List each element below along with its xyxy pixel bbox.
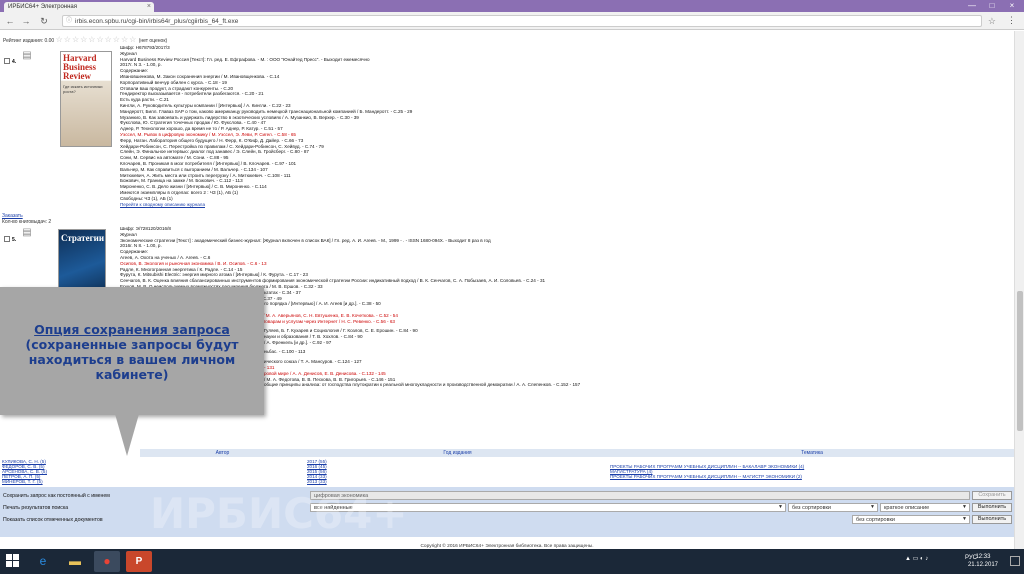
show-marked-label: Показать список отмеченных документов — [3, 517, 103, 523]
record-line: Мандеротт, Билл. Главаз SAP о том, каков… — [120, 108, 413, 114]
system-clock[interactable]: 12:33 21.12.2017 — [968, 553, 998, 569]
menu-icon[interactable]: ⋮ — [1007, 15, 1016, 26]
chevron-down-icon: ▼ — [870, 504, 875, 510]
chevron-down-icon: ▼ — [962, 516, 967, 522]
print-sort-value: без сортировки — [792, 505, 831, 511]
rating-label: Рейтинг издания: 0.00 — [3, 38, 55, 44]
browser-toolbar: ← → ↻ ⓘ irbis.econ.spbu.ru/cgi-bin/irbis… — [0, 12, 1024, 30]
record-line: общие принципы анализа: от господства пл… — [264, 382, 581, 388]
callout-text: Опция сохранения запроса (сохраненные за… — [18, 322, 246, 382]
cover-title: Стратегии — [61, 233, 105, 243]
record-number: 4. — [12, 59, 17, 65]
page-info-icon[interactable]: ⓘ — [66, 17, 72, 26]
chrome-icon[interactable]: ● — [94, 551, 120, 572]
record-checkbox[interactable] — [4, 236, 10, 242]
internet-explorer-icon[interactable]: e — [30, 551, 56, 572]
print-results-label: Печать результатов поиска — [3, 505, 69, 511]
rating-stars[interactable]: ☆☆☆☆☆☆☆☆☆☆ — [56, 35, 138, 44]
browser-titlebar: ИРБИС64+ Электронная × — □ × — [0, 0, 1024, 12]
chevron-down-icon: ▼ — [962, 504, 967, 510]
clock-date: 21.12.2017 — [967, 562, 998, 568]
print-sort-select[interactable]: без сортировки ▼ — [788, 503, 878, 512]
page-scrollbar[interactable] — [1014, 31, 1024, 549]
copies-count: Кол-во книговыдач: 2 — [2, 219, 52, 225]
cover-title: Harvard Business Review — [63, 53, 97, 81]
file-explorer-icon[interactable]: ▬ — [62, 551, 88, 572]
start-button[interactable] — [6, 554, 20, 568]
cover-subtitle: Где искать источники роста? — [63, 84, 103, 94]
record-checkbox[interactable] — [4, 58, 10, 64]
journal-icon: ▤ — [22, 50, 32, 61]
callout-body: (сохраненные запросы будут находиться в … — [25, 337, 239, 382]
record-number: 5. — [12, 237, 17, 243]
scrollbar-thumb[interactable] — [1017, 291, 1023, 431]
tray-icons[interactable]: ▲ ▭ ◐ ♪ — [905, 555, 928, 562]
facet-year-link[interactable]: 2013 (33) — [307, 479, 327, 484]
minimize-button[interactable]: — — [962, 0, 982, 12]
record-description-continued: Гуляев, Б. Г. Кухарев и Социология / Г. … — [264, 328, 580, 388]
query-name-input[interactable]: цифровая экономика — [310, 491, 970, 500]
forward-icon[interactable]: → — [20, 15, 32, 27]
windows-taskbar: e ▬ ● P ▲ ▭ ◐ ♪ РУС 12:33 21.12.2017 — [0, 549, 1024, 574]
print-format-select[interactable]: краткое описание ▼ — [880, 503, 970, 512]
print-execute-button[interactable]: Выполнить — [972, 503, 1012, 512]
journal-icon: ▤ — [22, 227, 32, 238]
callout-title: Опция сохранения запроса — [34, 322, 230, 337]
marked-sort-select[interactable]: без сортировки ▼ — [852, 515, 970, 524]
callout-pointer — [115, 414, 139, 456]
annotation-callout: Опция сохранения запроса (сохраненные за… — [0, 287, 264, 415]
show-marked-button[interactable]: Выполнить — [972, 515, 1012, 524]
save-query-button[interactable]: Сохранить — [972, 491, 1012, 500]
url-text: irbis.econ.spbu.ru/cgi-bin/irbis64r_plus… — [75, 18, 239, 25]
record-line: Harvard Business Review Россия [Текст]: … — [120, 56, 370, 62]
record-line: / А. Френкель [и др.]. - С.92 - 97 — [264, 339, 332, 345]
save-query-label: Сохранить запрос как постоянный с именем — [3, 493, 110, 499]
rating-row: Рейтинг издания: 0.00 ☆☆☆☆☆☆☆☆☆☆ (нет оц… — [3, 35, 167, 44]
notifications-icon[interactable] — [1010, 556, 1020, 566]
facet-author-link[interactable]: МИНЕРОВ, Т. Г. (5) — [2, 479, 43, 484]
record-description: Шифр: Н678793/2017/3 Журнал Harvard Busi… — [120, 45, 412, 207]
record-line: ньбас. - С.100 - 113 — [264, 349, 306, 355]
record-line: Экономические стратегии [Текст] : академ… — [120, 237, 491, 243]
browser-tab[interactable]: ИРБИС64+ Электронная × — [4, 2, 154, 12]
facet-header-author: Автор — [140, 449, 305, 457]
bookmark-star-icon[interactable]: ☆ — [988, 16, 996, 27]
marked-sort-value: без сортировки — [856, 517, 895, 523]
rating-votes: (нет оценок) — [138, 38, 168, 44]
maximize-button[interactable]: □ — [982, 0, 1002, 12]
print-format-value: краткое описание — [884, 505, 930, 511]
facet-header-topic: Тематика — [610, 449, 1014, 457]
facet-header-year: Год издания — [305, 449, 610, 457]
journal-cover-image[interactable]: Harvard Business Review Где искать источ… — [60, 51, 112, 147]
powerpoint-icon[interactable]: P — [126, 551, 152, 572]
reload-icon[interactable]: ↻ — [38, 15, 50, 27]
close-window-button[interactable]: × — [1002, 0, 1022, 12]
back-icon[interactable]: ← — [4, 15, 16, 27]
tab-title: ИРБИС64+ Электронная — [8, 4, 78, 10]
clock-time: 12:33 — [975, 554, 991, 560]
journal-summary-link[interactable]: Перейти к сводному описанию журнала — [120, 202, 412, 208]
facet-topic-link[interactable]: ПРОЕКТЫ РАБОЧИХ ПРОГРАММ УЧЕБНЫХ ДИСЦИПЛ… — [610, 474, 802, 479]
address-bar[interactable]: ⓘ irbis.econ.spbu.ru/cgi-bin/irbis64r_pl… — [62, 15, 982, 27]
site-watermark: ИРБИС64+ — [150, 489, 408, 538]
chevron-down-icon: ▼ — [778, 504, 783, 510]
tab-close-icon[interactable]: × — [147, 3, 151, 10]
